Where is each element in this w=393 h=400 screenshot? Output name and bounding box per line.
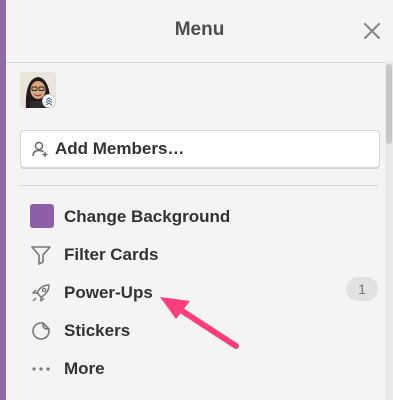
menu-title: Menu	[174, 19, 225, 40]
add-members-button[interactable]: Add Members…	[20, 130, 380, 168]
add-members-label: Add Members…	[55, 139, 185, 158]
section-divider	[20, 185, 378, 186]
menu-item-label: Power-Ups	[64, 283, 153, 302]
menu-item-filter-cards[interactable]: Filter Cards	[20, 238, 378, 272]
admin-badge-icon	[43, 95, 55, 107]
rocket-icon	[30, 282, 52, 304]
scrollbar-thumb[interactable]	[386, 64, 392, 144]
menu-item-change-background[interactable]: Change Background	[20, 200, 378, 234]
close-icon[interactable]	[361, 20, 383, 42]
menu-item-power-ups[interactable]: Power-Ups 1	[20, 276, 378, 310]
add-member-icon	[31, 140, 49, 158]
filter-icon	[30, 244, 52, 266]
menu-item-stickers[interactable]: Stickers	[20, 314, 378, 348]
menu-item-label: Stickers	[64, 321, 131, 340]
more-icon	[30, 358, 52, 380]
sticker-icon	[30, 320, 52, 342]
menu-item-label: Filter Cards	[64, 245, 159, 264]
menu-item-label: Change Background	[64, 207, 231, 226]
power-ups-count-badge: 1	[346, 277, 378, 301]
menu-header: Menu	[6, 0, 393, 63]
menu-item-more[interactable]: More	[20, 352, 378, 386]
board-menu-panel: Menu Add Members… Change Background Filt…	[6, 0, 393, 400]
menu-item-label: More	[64, 359, 105, 378]
background-swatch	[30, 204, 54, 228]
